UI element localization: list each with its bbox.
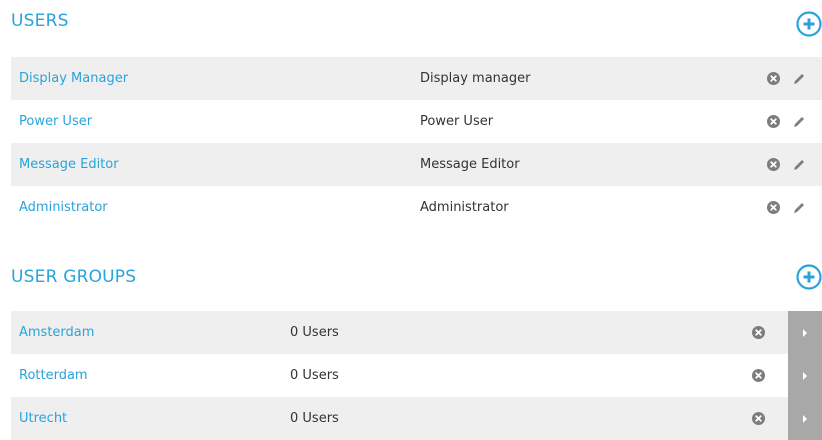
group-name-link[interactable]: Utrecht <box>19 411 67 426</box>
group-row: Amsterdam 0 Users <box>11 311 822 354</box>
group-user-count: 0 Users <box>290 411 339 426</box>
delete-group-icon[interactable] <box>752 326 765 339</box>
add-user-group-button[interactable] <box>796 264 822 290</box>
user-name-link[interactable]: Administrator <box>19 200 108 215</box>
user-role: Display manager <box>420 71 531 86</box>
user-role: Message Editor <box>420 157 520 172</box>
expand-group-button[interactable] <box>788 311 822 354</box>
user-role: Administrator <box>420 200 509 215</box>
user-name-link[interactable]: Power User <box>19 114 92 129</box>
expand-group-button[interactable] <box>788 397 822 440</box>
group-user-count: 0 Users <box>290 325 339 340</box>
users-section-title: USERS <box>11 11 69 31</box>
expand-group-button[interactable] <box>788 354 822 397</box>
users-table: Display Manager Display manager Power Us… <box>11 57 822 229</box>
user-name-link[interactable]: Display Manager <box>19 71 128 86</box>
edit-user-icon[interactable] <box>792 158 806 172</box>
delete-user-icon[interactable] <box>767 201 780 214</box>
delete-user-icon[interactable] <box>767 158 780 171</box>
caret-right-icon <box>803 328 807 337</box>
delete-user-icon[interactable] <box>767 115 780 128</box>
delete-user-icon[interactable] <box>767 72 780 85</box>
user-role: Power User <box>420 114 494 129</box>
user-row: Message Editor Message Editor <box>11 143 822 186</box>
user-row: Power User Power User <box>11 100 822 143</box>
caret-right-icon <box>803 371 807 380</box>
user-groups-section-title: USER GROUPS <box>11 267 137 287</box>
edit-user-icon[interactable] <box>792 201 806 215</box>
plus-circle-icon <box>796 11 822 37</box>
group-user-count: 0 Users <box>290 368 339 383</box>
edit-user-icon[interactable] <box>792 115 806 129</box>
plus-circle-icon <box>796 264 822 290</box>
add-user-button[interactable] <box>796 11 822 37</box>
delete-group-icon[interactable] <box>752 369 765 382</box>
group-name-link[interactable]: Rotterdam <box>19 368 88 383</box>
group-name-link[interactable]: Amsterdam <box>19 325 94 340</box>
group-row: Utrecht 0 Users <box>11 397 822 440</box>
user-groups-table: Amsterdam 0 Users Rotterdam 0 Users Utre… <box>11 311 822 440</box>
user-row: Administrator Administrator <box>11 186 822 229</box>
caret-right-icon <box>803 414 807 423</box>
user-row: Display Manager Display manager <box>11 57 822 100</box>
edit-user-icon[interactable] <box>792 72 806 86</box>
user-name-link[interactable]: Message Editor <box>19 157 119 172</box>
delete-group-icon[interactable] <box>752 412 765 425</box>
group-row: Rotterdam 0 Users <box>11 354 822 397</box>
